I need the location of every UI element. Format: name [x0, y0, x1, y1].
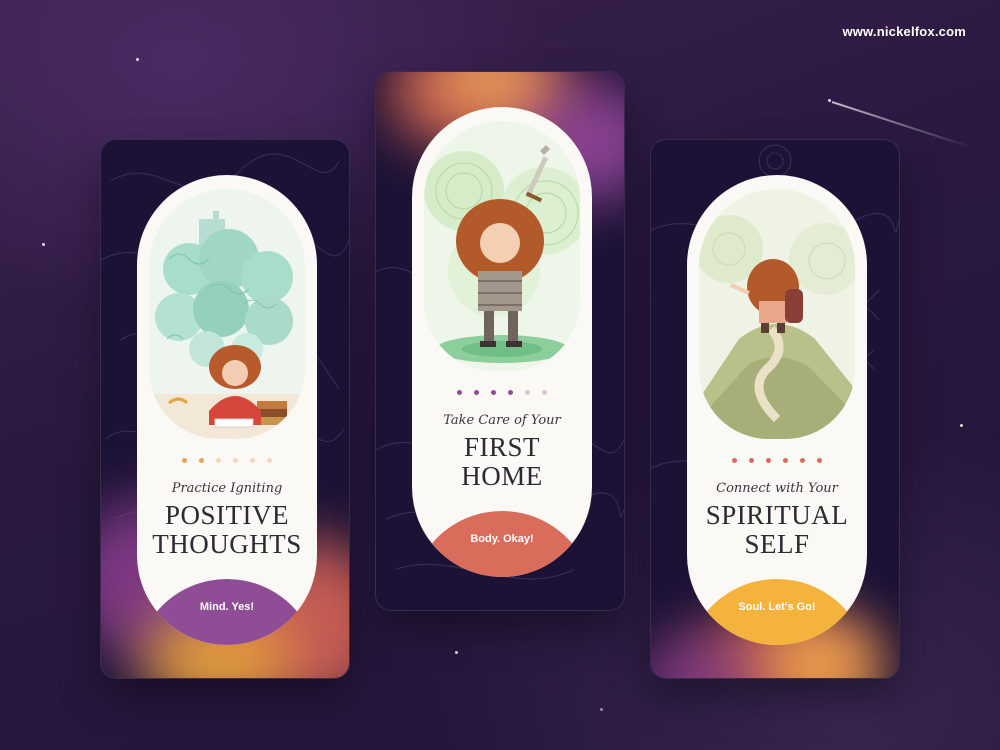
pagination-dot: [749, 458, 754, 463]
onboarding-screen-3: Connect with Your SPIRITUAL SELF Soul. L…: [650, 139, 900, 679]
soul-lets-go-button[interactable]: Soul. Let's Go!: [687, 579, 867, 645]
card-subtitle: Practice Igniting: [171, 481, 283, 496]
pagination-dot: [508, 390, 513, 395]
pagination-dot: [267, 458, 272, 463]
onboarding-screen-1: Practice Igniting POSITIVE THOUGHTS Mind…: [100, 139, 350, 679]
star-decoration: [600, 708, 603, 711]
pagination-dots: [687, 458, 867, 463]
content-card: Take Care of Your FIRST HOME Body. Okay!: [412, 107, 592, 577]
hiker-girl-on-hill-illustration: [699, 189, 855, 439]
pagination-dots: [137, 458, 317, 463]
star-decoration: [42, 243, 45, 246]
body-okay-button[interactable]: Body. Okay!: [412, 511, 592, 577]
daydreaming-girl-illustration: [149, 189, 305, 439]
knight-girl-with-sword-illustration: [424, 121, 580, 371]
pagination-dots: [412, 390, 592, 395]
card-title: FIRST HOME: [461, 432, 543, 491]
onboarding-screen-2: Take Care of Your FIRST HOME Body. Okay!: [375, 71, 625, 611]
mind-yes-button[interactable]: Mind. Yes!: [137, 579, 317, 645]
pagination-dot: [525, 390, 530, 395]
pagination-dot: [766, 458, 771, 463]
star-decoration: [455, 651, 458, 654]
card-title: SPIRITUAL SELF: [705, 500, 849, 559]
pagination-dot: [800, 458, 805, 463]
content-card: Connect with Your SPIRITUAL SELF Soul. L…: [687, 175, 867, 645]
pagination-dot: [182, 458, 187, 463]
star-decoration: [136, 58, 139, 61]
pagination-dot: [250, 458, 255, 463]
pagination-dot: [491, 390, 496, 395]
star-decoration: [960, 424, 963, 427]
pagination-dot: [457, 390, 462, 395]
pagination-dot: [199, 458, 204, 463]
pagination-dot: [474, 390, 479, 395]
content-card: Practice Igniting POSITIVE THOUGHTS Mind…: [137, 175, 317, 645]
card-title: POSITIVE THOUGHTS: [152, 500, 302, 559]
card-subtitle: Take Care of Your: [443, 413, 561, 428]
pagination-dot: [216, 458, 221, 463]
pagination-dot: [732, 458, 737, 463]
pagination-dot: [233, 458, 238, 463]
pagination-dot: [542, 390, 547, 395]
pagination-dot: [817, 458, 822, 463]
star-decoration: [828, 99, 831, 102]
pagination-dot: [783, 458, 788, 463]
watermark: www.nickelfox.com: [842, 24, 966, 39]
card-subtitle: Connect with Your: [716, 481, 838, 496]
